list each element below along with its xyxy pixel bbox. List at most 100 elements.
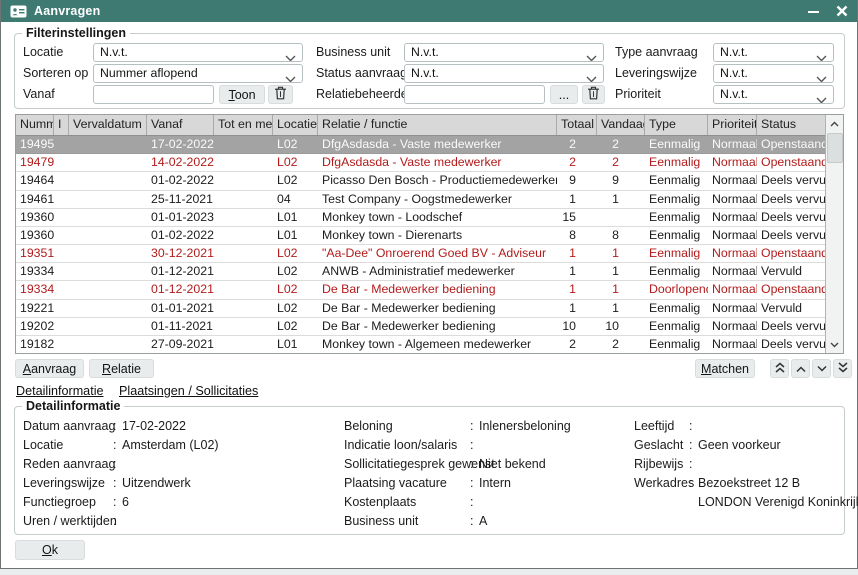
table-row[interactable]: 192213601-01-2021L02De Bar - Medewerker …: [16, 300, 825, 318]
prioriteit-label: Prioriteit: [615, 85, 661, 104]
cell-type: Eenmalig: [645, 227, 708, 244]
scroll-down-icon[interactable]: [826, 336, 843, 353]
leveringswijze-value: N.v.t.: [720, 66, 748, 80]
cell-relatie: DfgAsdasda - Vaste medewerker: [318, 154, 557, 171]
cell-vandaag: 1: [597, 281, 645, 298]
detail-label: Leeftijd: [634, 419, 689, 433]
chevron-down-icon: [285, 50, 296, 62]
table-row[interactable]: 194799614-02-2022L02DfgAsdasda - Vaste m…: [16, 154, 825, 172]
prioriteit-select[interactable]: N.v.t.: [713, 85, 834, 104]
business-unit-value: N.v.t.: [411, 45, 439, 59]
window-title: Aanvragen: [34, 4, 100, 18]
ok-button[interactable]: Ok: [15, 540, 85, 560]
clear-vanaf-button[interactable]: [268, 85, 293, 104]
detail-label: Werkadres: [634, 476, 689, 490]
column-header-nummer[interactable]: Nummer: [16, 115, 54, 135]
cell-status: Vervuld: [757, 300, 826, 317]
table-row[interactable]: 193343301-12-2021L02ANWB - Administratie…: [16, 263, 825, 281]
column-header-relatie[interactable]: Relatie / functie: [318, 115, 557, 135]
toon-button[interactable]: Toon: [219, 85, 265, 104]
table-row[interactable]: 193342701-12-2021L02De Bar - Medewerker …: [16, 281, 825, 299]
detail-row: Business unit:A: [344, 511, 629, 530]
column-header-tot-en-met[interactable]: Tot en met: [214, 115, 273, 135]
cell-vanaf: 01-12-2021: [147, 281, 214, 298]
column-header-i[interactable]: I: [54, 115, 69, 135]
cell-locatie: 04: [273, 191, 318, 208]
column-header-prioriteit[interactable]: Prioriteit: [708, 115, 757, 135]
vertical-scrollbar[interactable]: [825, 115, 843, 353]
relatie-button[interactable]: Relatie: [89, 359, 154, 378]
type-aanvraag-select[interactable]: N.v.t.: [713, 43, 834, 62]
column-header-vervaldatum[interactable]: Vervaldatum: [69, 115, 147, 135]
table-row[interactable]: 191823827-09-2021L01Monkey town - Algeme…: [16, 336, 825, 353]
detail-row: Rijbewijs:: [634, 454, 845, 473]
vanaf-input[interactable]: [93, 85, 214, 104]
minimize-button[interactable]: [807, 5, 820, 18]
locatie-value: N.v.t.: [100, 45, 128, 59]
cell-nummer: 1936039: [16, 227, 54, 244]
matchen-button[interactable]: Matchen: [695, 359, 755, 378]
cell-locatie: L02: [273, 263, 318, 280]
cell-status: Deels vervuld: [757, 227, 826, 244]
cell-vandaag: 9: [597, 172, 645, 189]
cell-vandaag: 1: [597, 300, 645, 317]
chevron-down-icon: [816, 71, 827, 83]
leveringswijze-select[interactable]: N.v.t.: [713, 64, 834, 83]
relatiebeheerder-input[interactable]: [404, 85, 545, 104]
clear-relatiebeheerder-button[interactable]: [582, 85, 605, 104]
move-top-button[interactable]: [770, 359, 789, 378]
status-aanvraag-select[interactable]: N.v.t.: [404, 64, 604, 83]
table-row[interactable]: 194955217-02-2022L02DfgAsdasda - Vaste m…: [16, 136, 825, 154]
cell-nummer: 1949552: [16, 136, 54, 153]
column-header-vanaf[interactable]: Vanaf: [147, 115, 214, 135]
cell-totaal: 2: [557, 136, 597, 153]
table-row[interactable]: 192023501-11-2021L02De Bar - Medewerker …: [16, 318, 825, 336]
cell-nummer: 1946161: [16, 191, 54, 208]
detail-label: Reden aanvraag: [23, 457, 113, 471]
move-up-button[interactable]: [791, 359, 810, 378]
aanvraag-button[interactable]: Aanvraag: [15, 359, 84, 378]
cell-relatie: Monkey town - Loodschef: [318, 209, 557, 226]
column-header-locatie[interactable]: Locatie: [273, 115, 318, 135]
business-unit-select[interactable]: N.v.t.: [404, 43, 604, 62]
column-header-status[interactable]: Status: [757, 115, 826, 135]
tab-plaatsingen-sollicitaties[interactable]: Plaatsingen / Sollicitaties: [119, 384, 258, 398]
cell-relatie: De Bar - Medewerker bediening: [318, 318, 557, 335]
table-row[interactable]: 193604101-01-2023L01Monkey town - Loodsc…: [16, 209, 825, 227]
table-row[interactable]: 193603901-02-2022L01Monkey town - Dieren…: [16, 227, 825, 245]
scroll-up-icon[interactable]: [826, 115, 843, 132]
cell-totaal: 1: [557, 245, 597, 262]
table-row[interactable]: 194642701-02-2022L02Picasso Den Bosch - …: [16, 172, 825, 190]
detail-row: Functiegroep:6: [23, 492, 338, 511]
relatiebeheerder-browse-button[interactable]: ...: [550, 85, 578, 104]
sorteren-op-select[interactable]: Nummer aflopend: [93, 64, 303, 83]
status-aanvraag-label: Status aanvraag: [316, 64, 407, 83]
detail-value: Intern: [479, 476, 511, 490]
cell-relatie: ANWB - Administratief medewerker: [318, 263, 557, 280]
table-row[interactable]: 193518130-12-2021L02"Aa-Dee" Onroerend G…: [16, 245, 825, 263]
scrollbar-thumb[interactable]: [827, 133, 843, 163]
column-header-type[interactable]: Type: [645, 115, 708, 135]
cell-nummer: 1946427: [16, 172, 54, 189]
cell-status: Openstaand: [757, 281, 826, 298]
cell-nummer: 1922136: [16, 300, 54, 317]
business-unit-label: Business unit: [316, 43, 390, 62]
table-row[interactable]: 194616125-11-202104Test Company - Oogstm…: [16, 191, 825, 209]
move-bottom-button[interactable]: [833, 359, 852, 378]
cell-locatie: L01: [273, 209, 318, 226]
column-header-totaal[interactable]: Totaal: [557, 115, 597, 135]
column-header-vandaag[interactable]: Vandaag: [597, 115, 645, 135]
close-button[interactable]: [836, 5, 848, 17]
trash-icon: [274, 86, 287, 103]
titlebar: Aanvragen: [1, 0, 857, 22]
table-body: 194955217-02-2022L02DfgAsdasda - Vaste m…: [16, 136, 825, 353]
detail-colon: :: [470, 419, 479, 433]
detail-row: Locatie:Amsterdam (L02): [23, 435, 338, 454]
detail-row: Reden aanvraag:: [23, 454, 338, 473]
cell-type: Eenmalig: [645, 263, 708, 280]
detail-value: Bezoekstreet 12 B: [698, 476, 800, 490]
cell-prioriteit: Normaal: [708, 245, 757, 262]
move-down-button[interactable]: [812, 359, 831, 378]
locatie-select[interactable]: N.v.t.: [93, 43, 303, 62]
tab-detailinformatie[interactable]: Detailinformatie: [16, 384, 104, 398]
